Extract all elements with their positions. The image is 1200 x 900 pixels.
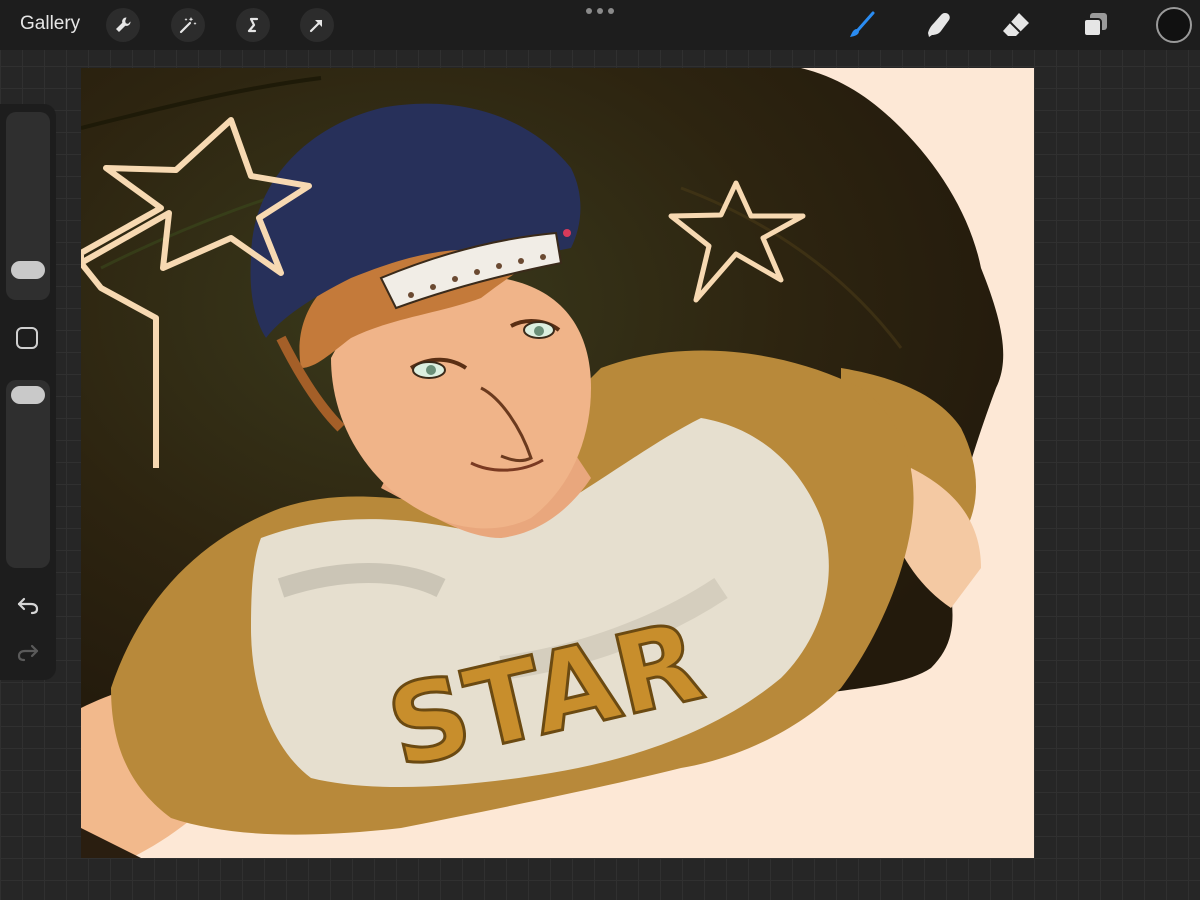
magic-wand-icon [179, 17, 197, 34]
brush-tool[interactable] [843, 6, 881, 44]
undo-arrow-icon[interactable] [14, 593, 42, 617]
layers-icon [1083, 13, 1107, 37]
procreate-app: Gallery STAR [0, 0, 1200, 900]
opacity-slider[interactable] [6, 380, 50, 568]
drawing-canvas[interactable]: STAR [81, 68, 1034, 858]
square-modify-icon[interactable] [16, 327, 38, 349]
top-toolbar: Gallery [0, 0, 1200, 50]
color-picker-swatch[interactable] [1156, 7, 1192, 43]
arrow-cursor-icon [309, 19, 323, 33]
gallery-button[interactable]: Gallery [20, 12, 80, 36]
selection-button[interactable] [236, 8, 270, 42]
brush-icon [850, 11, 875, 37]
redo-arrow-icon[interactable] [14, 640, 42, 664]
more-dots-icon[interactable] [586, 4, 614, 18]
layers-tool[interactable] [1076, 6, 1114, 44]
smudge-tool[interactable] [920, 6, 958, 44]
brush-size-thumb[interactable] [11, 261, 45, 279]
selection-s-icon [247, 17, 259, 33]
actions-button[interactable] [106, 8, 140, 42]
smudge-finger-icon [928, 13, 950, 37]
transform-button[interactable] [300, 8, 334, 42]
eraser-tool[interactable] [997, 6, 1035, 44]
adjustments-button[interactable] [171, 8, 205, 42]
opacity-thumb[interactable] [11, 386, 45, 404]
wrench-icon [116, 17, 131, 32]
artwork-illustration: STAR [81, 68, 1034, 858]
eraser-icon [1003, 13, 1029, 36]
left-sidebar [0, 104, 56, 680]
